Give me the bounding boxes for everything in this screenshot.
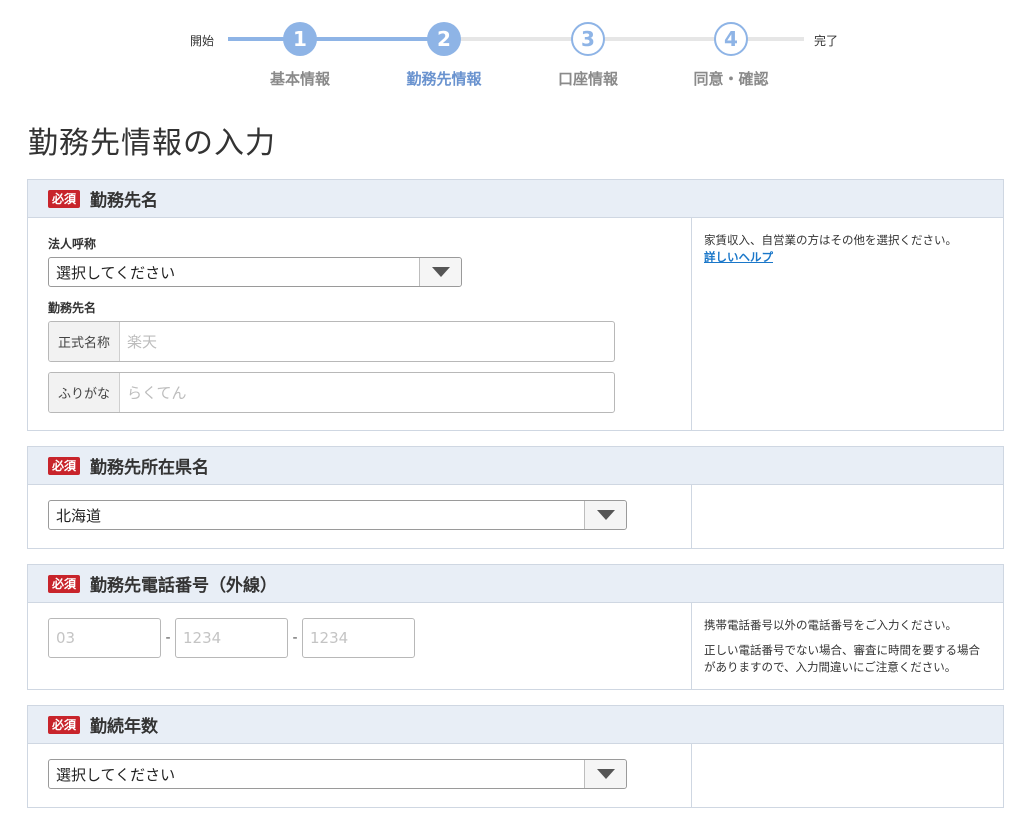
section-header: 必須 勤続年数: [28, 706, 1003, 744]
step-2-circle: 2: [427, 22, 461, 56]
prefecture-value: 北海道: [56, 506, 102, 525]
section-phone: 必須 勤務先電話番号（外線） 03 - 1234 - 1234 携帯電話番号以外…: [27, 564, 1004, 690]
kana-name-input[interactable]: ふりがな らくてん: [48, 372, 615, 413]
progress-line-done: [228, 37, 448, 41]
corp-title-label: 法人呼称: [48, 237, 97, 251]
phone-help-text-1: 携帯電話番号以外の電話番号をご入力ください。: [704, 618, 957, 632]
corp-title-select[interactable]: 選択してください: [48, 257, 462, 287]
detailed-help-link[interactable]: 詳しいヘルプ: [704, 250, 773, 264]
dropdown-arrow-icon: [419, 258, 461, 286]
phone-part2-input[interactable]: 1234: [175, 618, 288, 658]
phone-part1-input[interactable]: 03: [48, 618, 161, 658]
dropdown-arrow-icon: [584, 760, 626, 788]
required-badge: 必須: [48, 715, 81, 734]
phone-inputs: 03 - 1234 - 1234: [48, 618, 671, 658]
kana-placeholder: らくてん: [127, 384, 187, 402]
phone-part3-input[interactable]: 1234: [302, 618, 415, 658]
progress-indicator: 開始 完了 1 2 3 4 基本情報 勤務先情報 口座情報 同意・確認: [0, 0, 1024, 100]
section-title: 勤務先所在県名: [90, 458, 210, 478]
official-name-prefix: 正式名称: [49, 322, 120, 361]
years-value: 選択してください: [56, 765, 176, 784]
progress-start-label: 開始: [190, 34, 215, 48]
required-badge: 必須: [48, 189, 81, 208]
employer-help-text: 家賃収入、自営業の方はその他を選択ください。: [704, 233, 957, 247]
section-header: 必須 勤務先名: [28, 180, 1003, 218]
section-years: 必須 勤続年数 選択してください: [27, 705, 1004, 808]
section-header: 必須 勤務先所在県名: [28, 447, 1003, 485]
step-2-label: 勤務先情報: [406, 70, 482, 88]
required-badge: 必須: [48, 456, 81, 475]
step-4-label: 同意・確認: [693, 70, 769, 88]
official-name-placeholder: 楽天: [127, 333, 158, 351]
phone-dash: -: [292, 630, 298, 646]
page-title: 勤務先情報の入力: [28, 126, 276, 161]
step-3-label: 口座情報: [557, 70, 618, 88]
progress-end-label: 完了: [814, 34, 839, 48]
official-name-input[interactable]: 正式名称 楽天: [48, 321, 615, 362]
step-3-circle: 3: [571, 22, 605, 56]
prefecture-select[interactable]: 北海道: [48, 500, 627, 530]
corp-title-value: 選択してください: [56, 263, 176, 282]
employer-label: 勤務先名: [48, 301, 97, 315]
section-title: 勤続年数: [90, 717, 159, 737]
section-header: 必須 勤務先電話番号（外線）: [28, 565, 1003, 603]
required-badge: 必須: [48, 574, 81, 593]
kana-prefix: ふりがな: [49, 373, 120, 412]
phone-dash: -: [165, 630, 171, 646]
dropdown-arrow-icon: [584, 501, 626, 529]
phone-help-text-2: 正しい電話番号でない場合、審査に時間を要する場合がありますので、入力間違いにご注…: [704, 643, 980, 674]
step-4-circle: 4: [714, 22, 748, 56]
section-title: 勤務先電話番号（外線）: [90, 576, 278, 596]
section-employer-name: 必須 勤務先名 法人呼称 選択してください 勤務先名 正式名称 楽天 ふりがな …: [27, 179, 1004, 431]
section-prefecture: 必須 勤務先所在県名 北海道: [27, 446, 1004, 549]
section-title: 勤務先名: [90, 191, 159, 211]
step-1-circle: 1: [283, 22, 317, 56]
years-select[interactable]: 選択してください: [48, 759, 627, 789]
progress-line-todo: [448, 37, 804, 41]
step-1-label: 基本情報: [269, 70, 330, 88]
